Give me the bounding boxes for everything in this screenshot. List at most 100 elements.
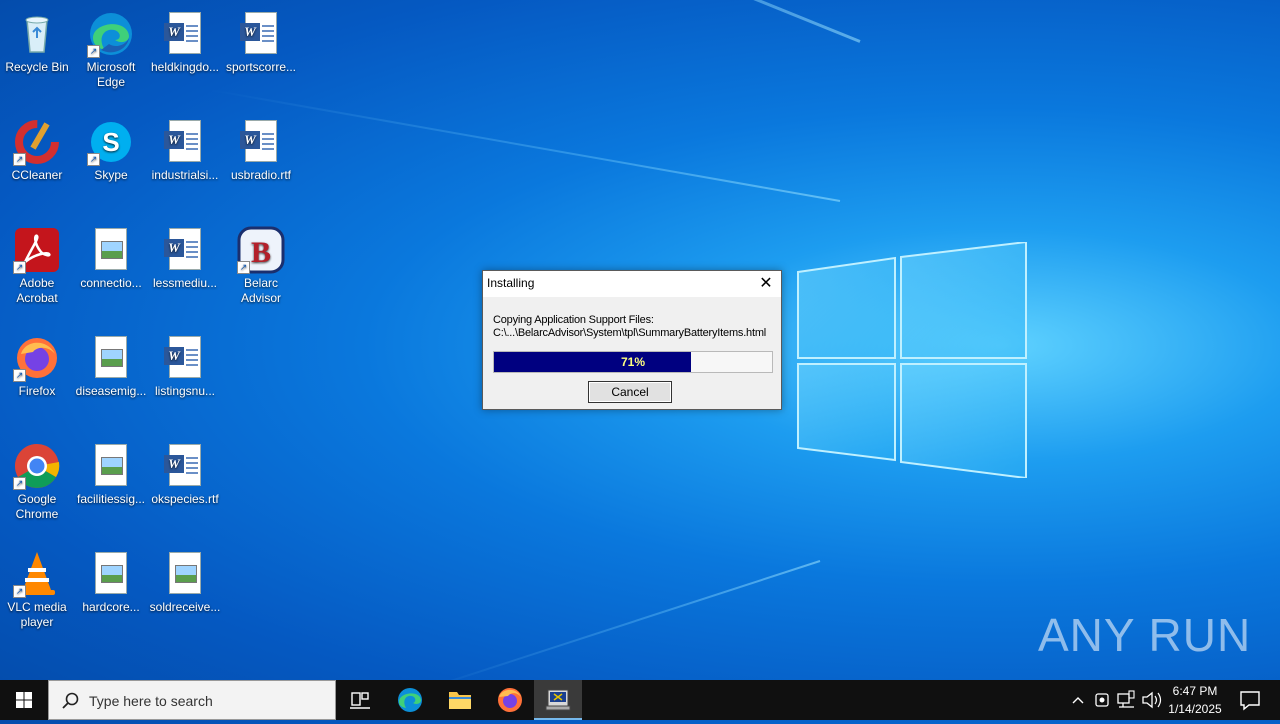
word-document-icon: W (161, 442, 209, 490)
taskbar-search-box[interactable]: Type here to search (48, 680, 336, 720)
message-line-2: C:\...\BelarcAdvisor\System\tpl\SummaryB… (493, 327, 767, 339)
light-ray (420, 560, 821, 692)
icon-label: facilitiessig... (76, 492, 146, 506)
icon-label: Firefox (18, 384, 56, 398)
belarc-advisor-icon: B ↗ (237, 226, 285, 274)
network-button[interactable] (1114, 680, 1138, 720)
taskbar-firefox[interactable] (486, 680, 534, 720)
desktop-icon-hardcore[interactable]: hardcore... (74, 546, 148, 615)
installer-icon (545, 689, 571, 711)
icon-label: Skype (94, 168, 128, 182)
desktop-icon-sportscorre[interactable]: W sportscorre... (224, 6, 298, 75)
icon-label: usbradio.rtf (230, 168, 292, 182)
desktop-icon-belarc-advisor[interactable]: B ↗ Belarc Advisor (224, 222, 298, 306)
shortcut-arrow-icon: ↗ (13, 585, 26, 598)
desktop-icon-heldkingdo[interactable]: W heldkingdo... (148, 6, 222, 75)
word-document-icon: W (161, 226, 209, 274)
firefox-icon (498, 688, 522, 712)
light-ray (340, 0, 861, 43)
edge-icon (398, 688, 422, 712)
image-file-icon (87, 226, 135, 274)
word-document-icon: W (161, 334, 209, 382)
desktop-icon-okspecies[interactable]: W okspecies.rtf (148, 438, 222, 507)
windows-logo-wallpaper (797, 242, 1027, 478)
icon-label: Google Chrome (15, 492, 59, 521)
word-document-icon: W (161, 10, 209, 58)
desktop-icon-firefox[interactable]: ↗ Firefox (0, 330, 74, 399)
progress-label: 71% (620, 355, 646, 369)
notification-icon (1240, 691, 1260, 711)
clock-date[interactable]: 1/14/2025 (1160, 702, 1230, 716)
desktop-icon-lessmediu[interactable]: W lessmediu... (148, 222, 222, 291)
install-progress-bar: 71% (493, 351, 773, 373)
start-button[interactable] (0, 680, 48, 720)
dialog-message: Copying Application Support Files: C:\..… (493, 314, 766, 340)
desktop-icon-soldreceive[interactable]: soldreceive... (148, 546, 222, 615)
network-icon (1117, 690, 1135, 708)
image-file-icon (87, 550, 135, 598)
icon-label: Recycle Bin (5, 60, 69, 74)
taskbar-file-explorer[interactable] (436, 680, 484, 720)
shortcut-arrow-icon: ↗ (13, 477, 26, 490)
chevron-up-icon (1072, 697, 1084, 704)
desktop-icon-industrialsi[interactable]: W industrialsi... (148, 114, 222, 183)
icon-label: heldkingdo... (150, 60, 220, 74)
desktop-icon-usbradio[interactable]: W usbradio.rtf (224, 114, 298, 183)
taskbar-edge[interactable] (386, 680, 434, 720)
edge-icon: ↗ (87, 10, 135, 58)
tray-app-icon-button[interactable] (1090, 680, 1114, 720)
image-file-icon (161, 550, 209, 598)
icon-label: sportscorre... (225, 60, 297, 74)
taskbar: Type here to search 6:47 PM 1/14/2025 (0, 680, 1280, 720)
show-hidden-icons-button[interactable] (1066, 680, 1090, 720)
desktop-icon-diseasemig[interactable]: diseasemig... (74, 330, 148, 399)
word-document-icon: W (161, 118, 209, 166)
taskbar-installer-app[interactable] (534, 680, 582, 720)
icon-label: CCleaner (11, 168, 63, 182)
shortcut-arrow-icon: ↗ (87, 45, 100, 58)
icon-label: Belarc Advisor (240, 276, 281, 305)
vlc-icon: ↗ (13, 550, 61, 598)
desktop-icon-ccleaner[interactable]: ↗ CCleaner (0, 114, 74, 183)
installing-dialog: Installing ✕ Copying Application Support… (482, 270, 782, 410)
icon-label: soldreceive... (149, 600, 221, 614)
word-document-icon: W (237, 10, 285, 58)
desktop-icon-connectio[interactable]: connectio... (74, 222, 148, 291)
tray-device-icon (1095, 693, 1109, 707)
icon-label: Adobe Acrobat (16, 276, 58, 305)
anyrun-watermark: ANY RUN (1038, 609, 1252, 661)
desktop-icon-google-chrome[interactable]: ↗ Google Chrome (0, 438, 74, 522)
desktop-icon-listingsnu[interactable]: W listingsnu... (148, 330, 222, 399)
desktop-icon-skype[interactable]: S ↗ Skype (74, 114, 148, 183)
icon-label: okspecies.rtf (151, 492, 219, 506)
task-view-icon (350, 692, 370, 709)
action-center-button[interactable] (1230, 680, 1270, 720)
desktop-icon-adobe-acrobat[interactable]: ↗ Adobe Acrobat (0, 222, 74, 306)
image-file-icon (87, 334, 135, 382)
adobe-acrobat-icon: ↗ (13, 226, 61, 274)
desktop-icon-microsoft-edge[interactable]: ↗ Microsoft Edge (74, 6, 148, 90)
icon-label: lessmediu... (152, 276, 218, 290)
task-view-button[interactable] (336, 680, 384, 720)
desktop-icon-vlc[interactable]: ↗ VLC media player (0, 546, 74, 630)
search-icon (62, 692, 79, 709)
ccleaner-icon: ↗ (13, 118, 61, 166)
shortcut-arrow-icon: ↗ (87, 153, 100, 166)
folder-icon (449, 692, 471, 709)
icon-label: listingsnu... (154, 384, 216, 398)
desktop-icon-recycle-bin[interactable]: Recycle Bin (0, 6, 74, 75)
message-line-1: Copying Application Support Files: (493, 314, 654, 326)
dialog-title: Installing (487, 276, 535, 290)
cancel-button[interactable]: Cancel (588, 381, 672, 403)
skype-icon: S ↗ (87, 118, 135, 166)
close-icon[interactable]: ✕ (751, 271, 781, 297)
clock-time[interactable]: 6:47 PM (1160, 684, 1230, 698)
shortcut-arrow-icon: ↗ (13, 261, 26, 274)
shortcut-arrow-icon: ↗ (237, 261, 250, 274)
icon-label: Microsoft Edge (86, 60, 136, 89)
desktop-icon-facilitiessig[interactable]: facilitiessig... (74, 438, 148, 507)
dialog-titlebar[interactable]: Installing ✕ (483, 271, 781, 297)
word-document-icon: W (237, 118, 285, 166)
image-file-icon (87, 442, 135, 490)
firefox-icon: ↗ (13, 334, 61, 382)
